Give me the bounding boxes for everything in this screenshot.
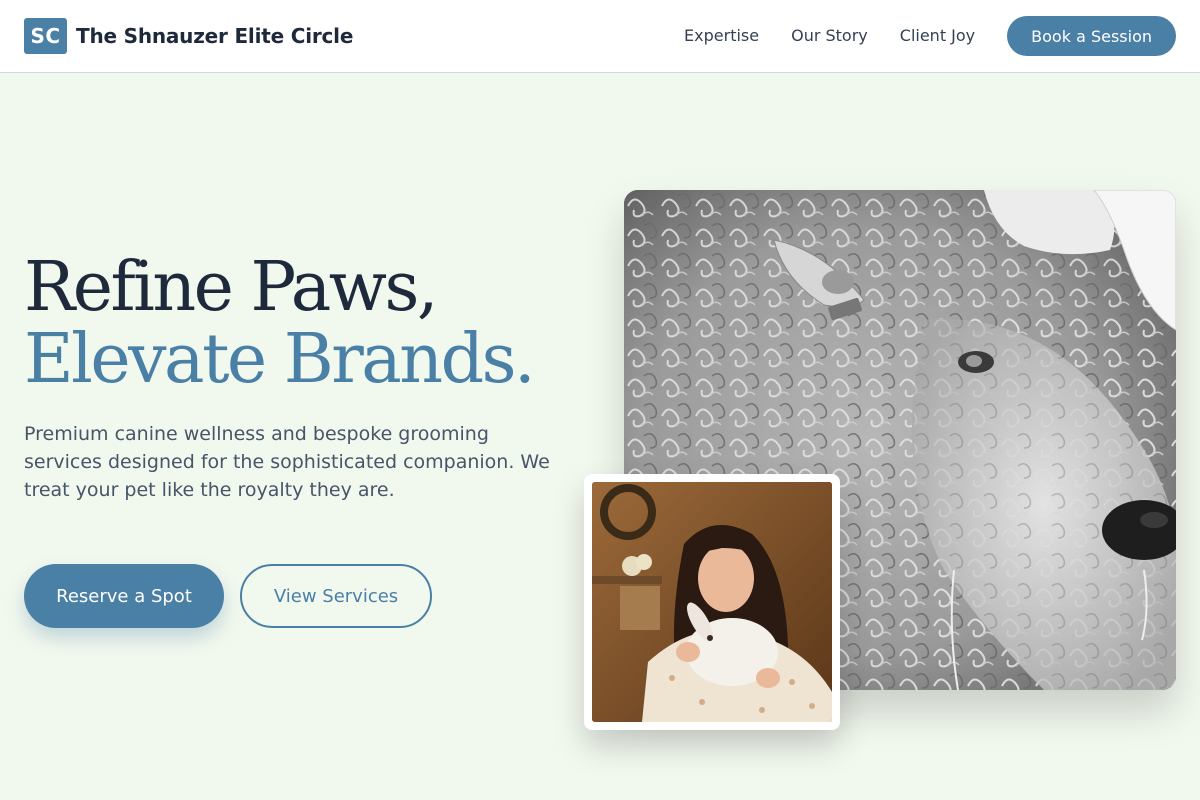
hero-description: Premium canine wellness and bespoke groo… <box>24 423 550 501</box>
main-nav: Expertise Our Story Client Joy Book a Se… <box>684 16 1176 56</box>
nav-link-our-story[interactable]: Our Story <box>791 16 868 56</box>
book-session-button[interactable]: Book a Session <box>1007 16 1176 56</box>
hero-title-line-1: Refine Paws, <box>24 248 438 327</box>
brand[interactable]: SC The Shnauzer Elite Circle <box>24 18 353 54</box>
view-services-button[interactable]: View Services <box>240 564 432 628</box>
logo-mark: SC <box>24 18 67 54</box>
hero-inset-frame <box>584 474 840 730</box>
hero-title: Refine Paws, Elevate Brands. <box>24 248 536 399</box>
reserve-spot-button[interactable]: Reserve a Spot <box>24 564 224 628</box>
nav-link-client-joy[interactable]: Client Joy <box>900 16 975 56</box>
brand-name: The Shnauzer Elite Circle <box>76 24 354 48</box>
woman-holding-rabbit-photo-icon <box>592 482 832 722</box>
nav-link-expertise[interactable]: Expertise <box>684 16 759 56</box>
hero-title-line-2: Elevate Brands. <box>24 320 536 399</box>
site-header: SC The Shnauzer Elite Circle Expertise O… <box>0 0 1200 73</box>
hero-inset-image <box>592 482 832 722</box>
